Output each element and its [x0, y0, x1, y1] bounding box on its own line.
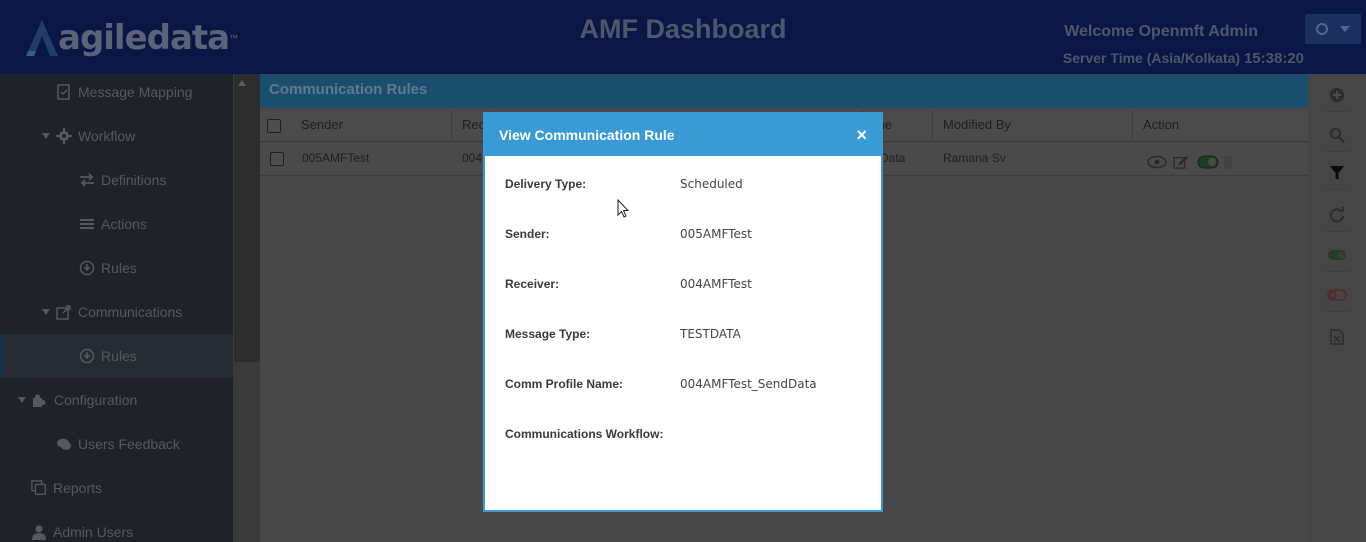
select-all-checkbox[interactable]: [267, 119, 281, 133]
sidebar-item-actions[interactable]: Actions: [0, 202, 233, 246]
exchange-icon: [80, 173, 94, 187]
copy-icon: [31, 480, 46, 495]
sidebar-item-definitions[interactable]: Definitions: [0, 158, 233, 202]
view-communication-rule-modal: View Communication Rule × Delivery Type:…: [483, 112, 883, 512]
export-excel-button[interactable]: [1324, 320, 1350, 354]
panel-title: Communication Rules: [260, 74, 1308, 108]
plus-circle-icon: [1330, 87, 1344, 102]
sidebar-item-label: Users Feedback: [78, 436, 180, 452]
app-header: agiledata ™ AMF Dashboard Welcome Openmf…: [0, 0, 1366, 74]
sidebar-item-label: Rules: [101, 348, 137, 364]
sidebar-item-label: Reports: [53, 480, 103, 496]
server-time: Server Time (Asia/Kolkata) 15:38:20: [1063, 50, 1304, 67]
toggle-active-icon[interactable]: [1197, 155, 1219, 169]
cell-sender: 005AMFTest: [302, 151, 370, 165]
gear-icon: [56, 128, 72, 144]
cell-modified-by: Ramana Sv: [943, 151, 1006, 165]
search-icon: [1330, 127, 1345, 143]
sidebar-item-workflow[interactable]: Workflow: [0, 114, 233, 158]
column-action: Action: [1143, 117, 1180, 132]
sidebar-item-message-mapping[interactable]: Message Mapping: [0, 74, 233, 114]
sidebar-item-label: Definitions: [101, 172, 167, 188]
edit-icon[interactable]: [1172, 155, 1190, 169]
mapping-icon: [57, 84, 70, 100]
delete-icon[interactable]: [1222, 155, 1234, 169]
scroll-up-icon[interactable]: [238, 80, 246, 86]
close-button[interactable]: ×: [856, 114, 867, 156]
excel-icon: [1330, 329, 1344, 345]
toggle-active-button[interactable]: [1324, 238, 1350, 272]
sidebar-item-label: Actions: [101, 216, 147, 232]
sidebar-scrollbar[interactable]: [233, 74, 260, 542]
modal-title: View Communication Rule: [499, 127, 675, 143]
server-time-clock: 15:38:20: [1243, 50, 1304, 67]
sidebar-item-label: Workflow: [78, 128, 136, 144]
field-label: Receiver:: [505, 277, 560, 291]
sidebar-item-admin-users[interactable]: Admin Users: [0, 510, 233, 542]
field-label: Sender:: [505, 227, 550, 241]
mouse-cursor-icon: [617, 199, 629, 218]
welcome-text: Welcome Openmft Admin: [1064, 23, 1258, 40]
sidebar-item-label: Message Mapping: [78, 84, 193, 100]
server-time-label: Server Time (Asia/Kolkata): [1062, 50, 1241, 66]
view-icon[interactable]: [1147, 155, 1167, 169]
toggle-off-icon: [1327, 288, 1347, 301]
tool-column: [1308, 74, 1366, 542]
sidebar-item-configuration[interactable]: Configuration: [0, 378, 233, 422]
refresh-icon: [1330, 206, 1344, 222]
filter-icon: [1330, 165, 1344, 180]
toggle-on-icon: [1328, 249, 1346, 260]
sidebar-item-workflow-rules[interactable]: Rules: [0, 246, 233, 290]
field-value: Scheduled: [680, 177, 743, 191]
field-value: 004AMFTest: [680, 277, 752, 291]
caret-down-icon: [42, 133, 50, 139]
sidebar: Message Mapping Workflow Definitions Act…: [0, 74, 233, 542]
puzzle-icon: [33, 394, 46, 407]
refresh-button[interactable]: [1324, 198, 1350, 232]
sidebar-item-communications[interactable]: Communications: [0, 290, 233, 334]
sidebar-item-label: Rules: [101, 260, 137, 276]
sidebar-item-label: Communications: [78, 304, 183, 320]
chat-icon: [57, 438, 71, 450]
field-value: TESTDATA: [680, 327, 741, 341]
field-label: Message Type:: [505, 327, 591, 341]
search-button[interactable]: [1324, 118, 1350, 152]
chevron-down-icon: [1340, 26, 1350, 32]
sidebar-item-communications-rules[interactable]: Rules: [0, 334, 233, 378]
sidebar-item-label: Configuration: [54, 392, 138, 408]
field-value: 004AMFTest_SendData: [680, 377, 817, 391]
column-modified-by[interactable]: Modified By: [933, 110, 1133, 142]
field-label: Communications Workflow:: [505, 427, 664, 441]
toggle-inactive-button[interactable]: [1324, 278, 1350, 312]
row-checkbox[interactable]: [270, 152, 284, 166]
rules-icon: [79, 260, 95, 276]
settings-icon: [1316, 23, 1328, 35]
rules-icon: [79, 348, 95, 364]
sidebar-item-label: Admin Users: [53, 524, 134, 540]
share-icon: [56, 305, 71, 320]
sidebar-item-users-feedback[interactable]: Users Feedback: [0, 422, 233, 466]
field-value: 005AMFTest: [680, 227, 752, 241]
list-icon: [80, 219, 94, 229]
filter-button[interactable]: [1324, 156, 1350, 190]
column-sender[interactable]: Sender: [291, 110, 452, 142]
sidebar-item-reports[interactable]: Reports: [0, 466, 233, 510]
caret-down-icon: [18, 397, 26, 403]
scrollbar-thumb[interactable]: [234, 362, 260, 542]
add-button[interactable]: [1324, 78, 1350, 112]
field-label: Comm Profile Name:: [505, 377, 624, 391]
field-label: Delivery Type:: [505, 177, 587, 191]
user-menu-button[interactable]: [1305, 14, 1361, 44]
modal-header: View Communication Rule ×: [485, 114, 881, 156]
user-icon: [32, 525, 46, 540]
cell-receiver: 004: [462, 151, 483, 165]
caret-down-icon: [42, 309, 50, 315]
